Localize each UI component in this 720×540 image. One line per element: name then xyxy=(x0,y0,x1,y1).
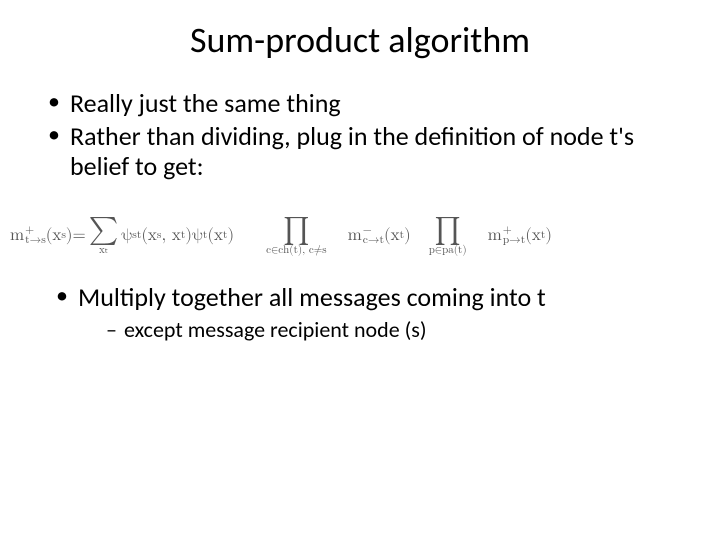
sum-sub: xₜ xyxy=(99,245,108,256)
paren: ) xyxy=(66,226,73,246)
bullet-text: Multiply together all messages coming in… xyxy=(78,281,546,313)
paren: (x xyxy=(46,226,62,246)
bullet-item: Rather than dividing, plug in the defini… xyxy=(48,121,686,182)
psi-t-term: ψt(xt) xyxy=(192,226,234,246)
sym-psi: ψ xyxy=(192,226,203,246)
paren: ) xyxy=(185,226,192,246)
sub: t→s xyxy=(25,236,46,246)
top-bullet-list: Really just the same thing Rather than d… xyxy=(48,88,686,182)
equation: m+t→s(xs) = ∑ xₜ ψst(xs, xt) ψt(xt) ∏ c∈… xyxy=(10,216,710,256)
pi-icon: ∏ xyxy=(434,216,460,244)
comma: , x xyxy=(161,226,180,246)
sigma-icon: ∑ xyxy=(89,216,119,244)
paren: ) xyxy=(404,226,411,246)
sym-m: m xyxy=(348,226,362,246)
sub: c→t xyxy=(363,236,384,246)
product-operator-2: ∏ p∈pa(t) xyxy=(429,216,467,256)
bullet-item: Really just the same thing xyxy=(48,88,686,119)
slide-title: Sum-product algorithm xyxy=(0,0,720,76)
m-minus-term: m−c→t(xt) xyxy=(348,226,411,247)
paren: ) xyxy=(545,226,552,246)
equals: = xyxy=(73,226,86,246)
product-operator-1: ∏ c∈ch(t), c≠s xyxy=(266,216,327,256)
sym-psi: ψ xyxy=(121,226,132,246)
pi-icon: ∏ xyxy=(283,216,309,244)
slide: Sum-product algorithm Really just the sa… xyxy=(0,0,720,540)
sub: p→t xyxy=(503,236,525,246)
sub-dash-list: except message recipient node (s) xyxy=(106,317,686,343)
m-plus-term: m+p→t(xt) xyxy=(488,226,552,247)
sum-operator: ∑ xₜ xyxy=(89,216,119,256)
paren: (x xyxy=(207,226,223,246)
sym-m: m xyxy=(488,226,502,246)
sym-m: m xyxy=(10,226,24,246)
paren: (x xyxy=(384,226,400,246)
paren: (x xyxy=(525,226,541,246)
paren: ) xyxy=(227,226,234,246)
prod-sub: c∈ch(t), c≠s xyxy=(266,245,327,256)
equation-lhs: m+t→s(xs) xyxy=(10,226,73,247)
bullet-item: Multiply together all messages coming in… xyxy=(56,282,686,344)
prod-sub: p∈pa(t) xyxy=(429,245,467,256)
sub-dash-item: except message recipient node (s) xyxy=(106,317,686,343)
paren: (x xyxy=(141,226,157,246)
bottom-bullet-list: Multiply together all messages coming in… xyxy=(56,282,686,344)
psi-st-term: ψst(xs, xt) xyxy=(121,226,192,246)
